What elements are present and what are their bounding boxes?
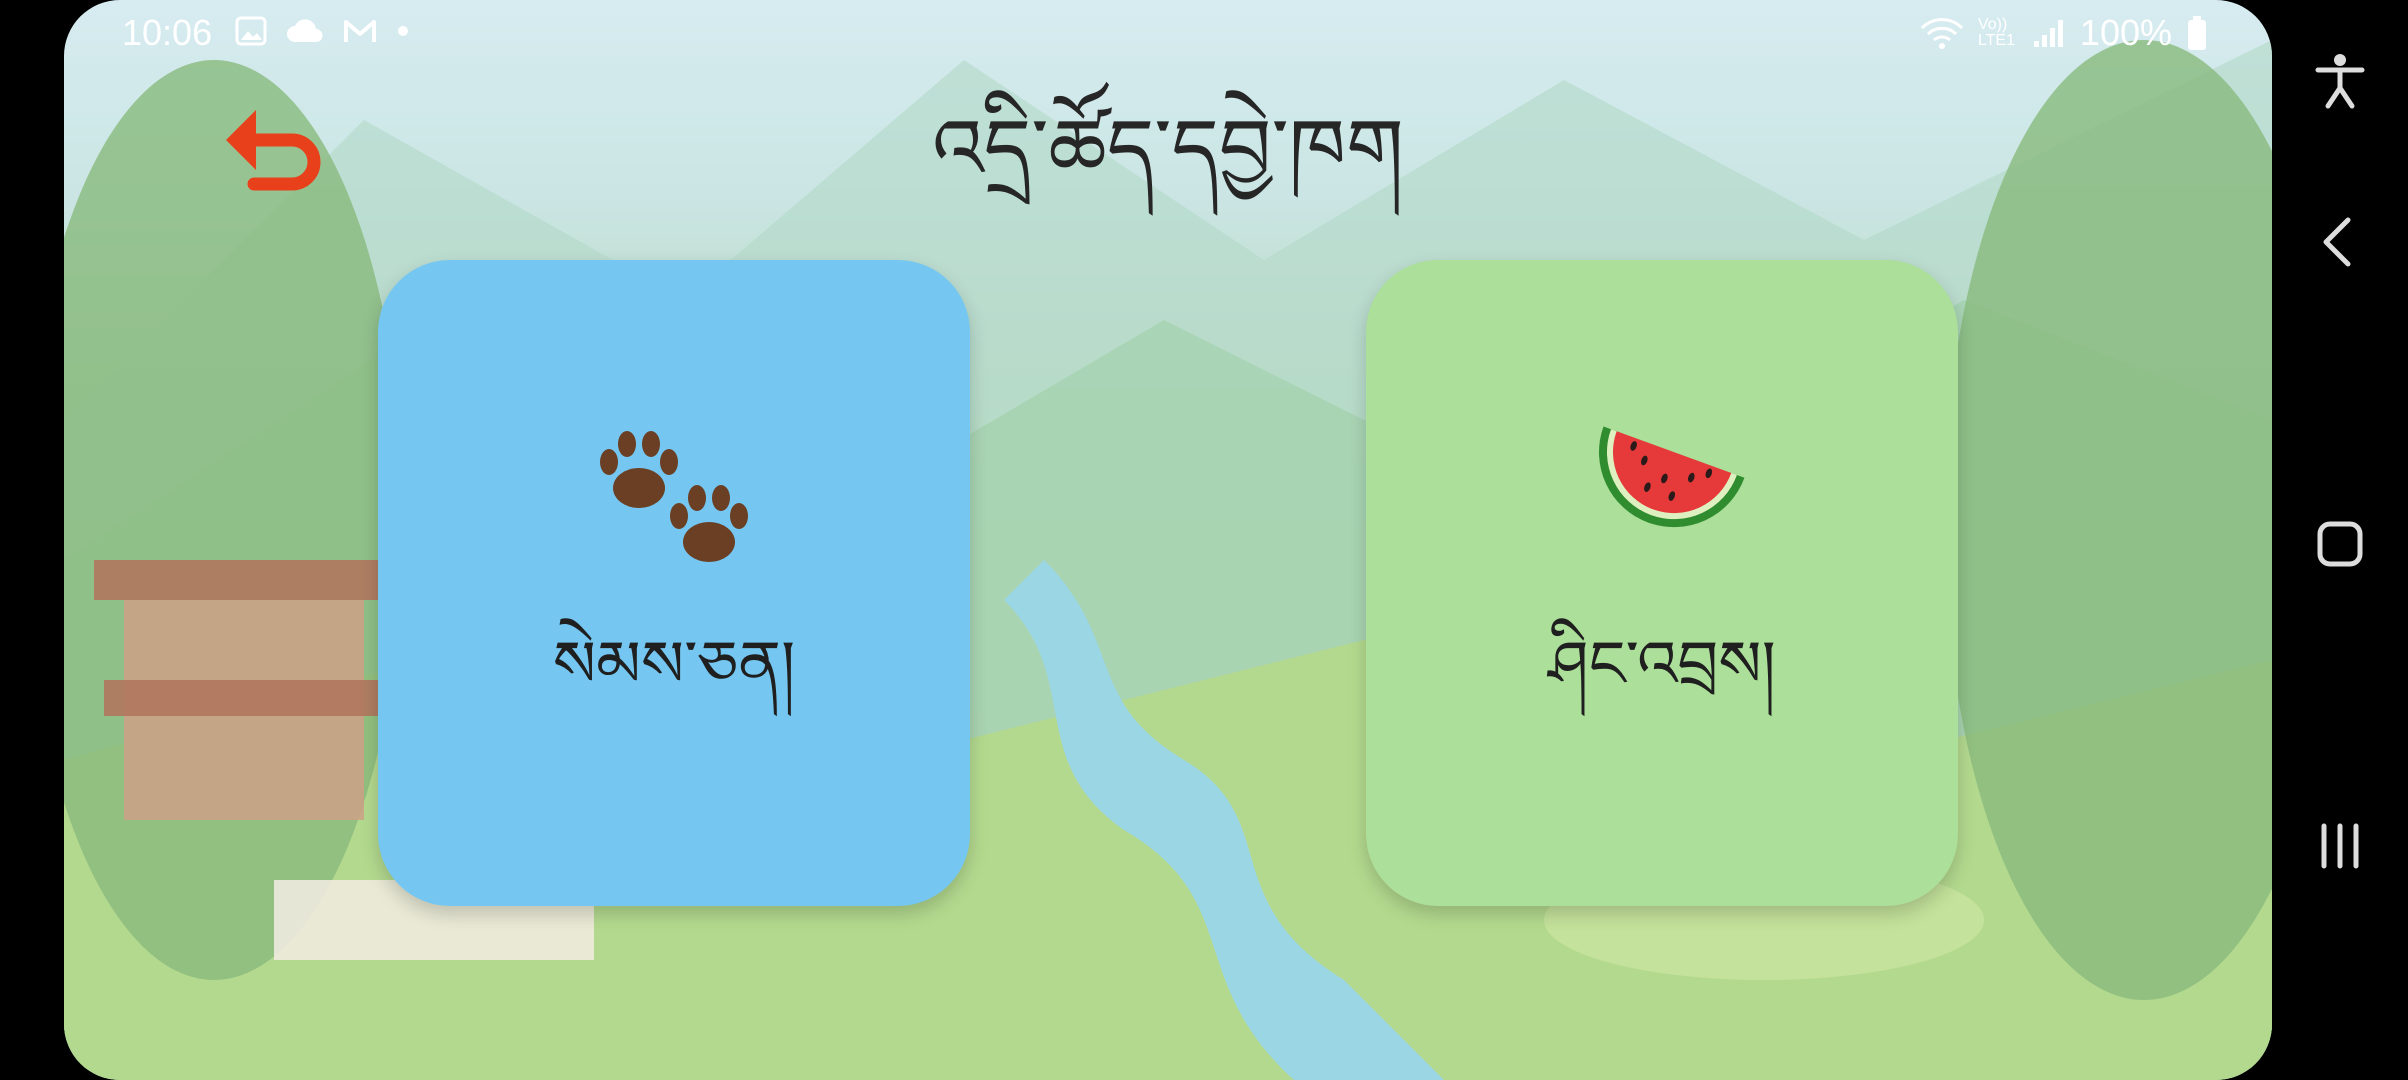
status-right: Vo)) LTE1 100% bbox=[1920, 12, 2208, 54]
paw-prints-icon bbox=[600, 431, 748, 562]
battery-icon bbox=[2188, 16, 2206, 50]
notification-icons bbox=[234, 14, 410, 48]
accessibility-icon bbox=[2315, 54, 2365, 109]
battery-percent: 100% bbox=[2079, 12, 2172, 53]
back-icon bbox=[2323, 217, 2351, 267]
category-card-animals[interactable]: སེམས་ཅན། bbox=[378, 260, 970, 906]
app-screen: 10:06 Vo)) LTE1 100% འདྲི་ཚོད་དབྱེ་ཁག སེ… bbox=[64, 0, 2272, 1080]
category-label-fruits: ཤིང་འབྲས། bbox=[1548, 628, 1776, 702]
signal-icon bbox=[2033, 20, 2063, 47]
volte-label: Vo)) LTE1 bbox=[1977, 16, 2015, 49]
status-time: 10:06 bbox=[122, 12, 213, 53]
category-card-fruits[interactable]: ཤིང་འབྲས། bbox=[1366, 260, 1958, 906]
page-title: འདྲི་ཚོད་དབྱེ་ཁག bbox=[932, 102, 1404, 197]
watermelon-icon bbox=[1599, 426, 1745, 528]
recents-icon bbox=[2321, 823, 2359, 869]
nav-back-button[interactable] bbox=[2310, 212, 2370, 272]
cloud-icon bbox=[287, 19, 323, 42]
wifi-icon bbox=[1920, 18, 1963, 49]
home-icon bbox=[2317, 521, 2363, 567]
nav-recents-button[interactable] bbox=[2310, 816, 2370, 876]
gallery-icon bbox=[235, 16, 267, 46]
accessibility-button[interactable] bbox=[2310, 50, 2370, 110]
nav-home-button[interactable] bbox=[2310, 514, 2370, 574]
category-label-animals: སེམས་ཅན། bbox=[552, 628, 796, 702]
dot-icon bbox=[398, 26, 408, 36]
system-nav-bar bbox=[2272, 0, 2408, 1080]
status-bar: 10:06 Vo)) LTE1 100% bbox=[64, 0, 2272, 66]
mail-icon bbox=[344, 20, 376, 42]
